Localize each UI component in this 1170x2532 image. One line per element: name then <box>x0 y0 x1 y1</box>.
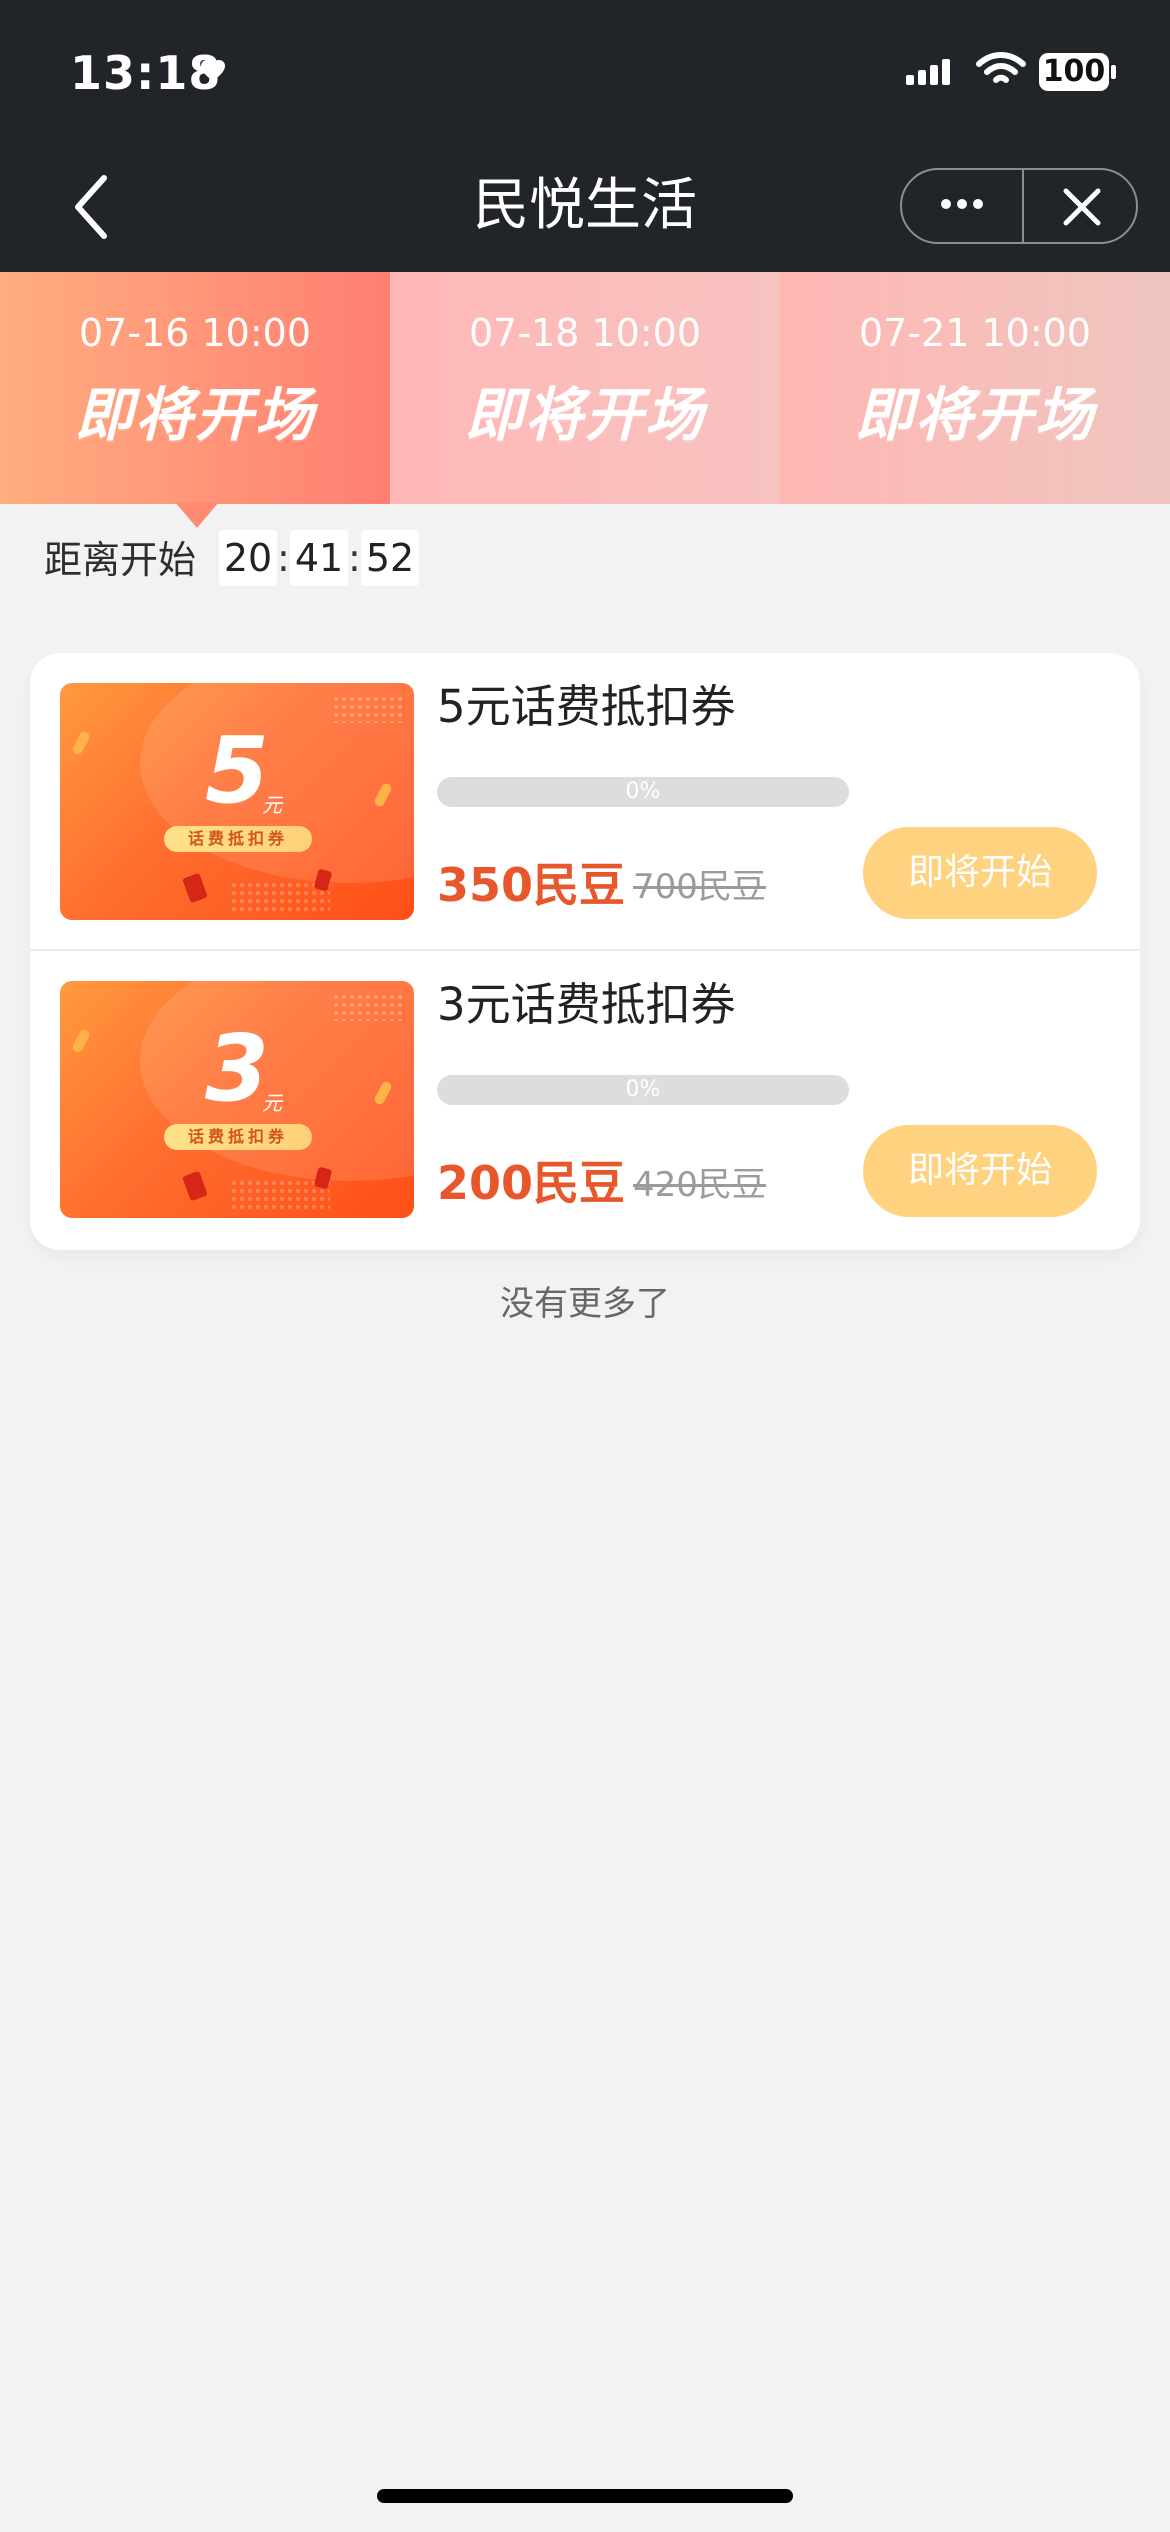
more-icon[interactable] <box>938 194 986 214</box>
coupon-unit: 元 <box>262 1091 282 1115</box>
countdown-label: 距离开始 <box>44 538 197 582</box>
tab-session-3[interactable]: 07-21 10:00 即将开场 <box>780 272 1170 504</box>
progress-text: 0% <box>625 1077 661 1102</box>
coming-soon-button[interactable]: 即将开始 <box>863 827 1097 919</box>
coupon-badge: 话费抵扣券 <box>164 826 312 852</box>
coupon-thumbnail: 5 元 话费抵扣券 <box>60 683 414 920</box>
page-title: 民悦生活 <box>473 173 697 238</box>
wifi-icon <box>976 52 1026 83</box>
close-icon[interactable] <box>1058 183 1106 231</box>
product-list-card: 5 元 话费抵扣券 5元话费抵扣券 0% 350民豆 700民豆 即将开始 3 … <box>30 653 1140 1250</box>
thumbnail-dots <box>332 695 404 723</box>
tab-time: 07-18 10:00 <box>468 311 701 355</box>
item-title: 5元话费抵扣券 <box>437 680 736 733</box>
tab-time: 07-21 10:00 <box>858 311 1091 355</box>
top-bar: 13:18 100 民悦生活 <box>0 0 1170 272</box>
countdown-colon: : <box>277 536 290 580</box>
red-envelope-icon <box>182 1170 208 1202</box>
tab-status: 即将开场 <box>74 381 315 449</box>
sales-progress: 0% <box>437 1075 849 1105</box>
tab-status: 即将开场 <box>854 381 1095 449</box>
heart-icon <box>201 60 225 81</box>
tab-time: 07-16 10:00 <box>78 311 311 355</box>
home-indicator[interactable] <box>377 2489 793 2503</box>
item-price: 200民豆 <box>437 1156 626 1210</box>
session-tabs: 07-16 10:00 即将开场 07-18 10:00 即将开场 07-21 … <box>0 272 1170 528</box>
coming-soon-button[interactable]: 即将开始 <box>863 1125 1097 1217</box>
no-more-text: 没有更多了 <box>500 1284 670 1324</box>
coupon-value: 5 <box>204 717 269 824</box>
progress-text: 0% <box>625 779 661 804</box>
active-tab-indicator <box>175 502 219 528</box>
thumbnail-dots <box>332 993 404 1021</box>
list-item[interactable]: 3 元 话费抵扣券 3元话费抵扣券 0% 200民豆 420民豆 即将开始 <box>30 951 1140 1249</box>
tab-session-2[interactable]: 07-18 10:00 即将开场 <box>390 272 780 504</box>
red-envelope-icon <box>182 872 208 904</box>
item-original-price: 700民豆 <box>633 867 766 907</box>
countdown-minutes: 41 <box>290 530 348 586</box>
tab-session-1[interactable]: 07-16 10:00 即将开场 <box>0 272 390 504</box>
coupon-unit: 元 <box>262 793 282 817</box>
sales-progress: 0% <box>437 777 849 807</box>
item-original-price: 420民豆 <box>633 1165 766 1205</box>
tab-status: 即将开场 <box>464 381 705 449</box>
item-price: 350民豆 <box>437 858 626 912</box>
countdown-hours: 20 <box>219 530 277 586</box>
coupon-thumbnail: 3 元 话费抵扣券 <box>60 981 414 1218</box>
back-icon[interactable] <box>70 172 116 242</box>
capsule-divider <box>1022 170 1024 242</box>
coupon-value: 3 <box>204 1015 269 1122</box>
list-item[interactable]: 5 元 话费抵扣券 5元话费抵扣券 0% 350民豆 700民豆 即将开始 <box>30 653 1140 951</box>
mini-program-capsule <box>900 168 1138 244</box>
countdown-colon: : <box>348 536 361 580</box>
battery-text: 100 <box>1042 54 1106 89</box>
countdown-seconds: 52 <box>361 530 419 586</box>
item-title: 3元话费抵扣券 <box>437 978 736 1031</box>
signal-icon <box>906 59 950 85</box>
coupon-badge: 话费抵扣券 <box>164 1124 312 1150</box>
